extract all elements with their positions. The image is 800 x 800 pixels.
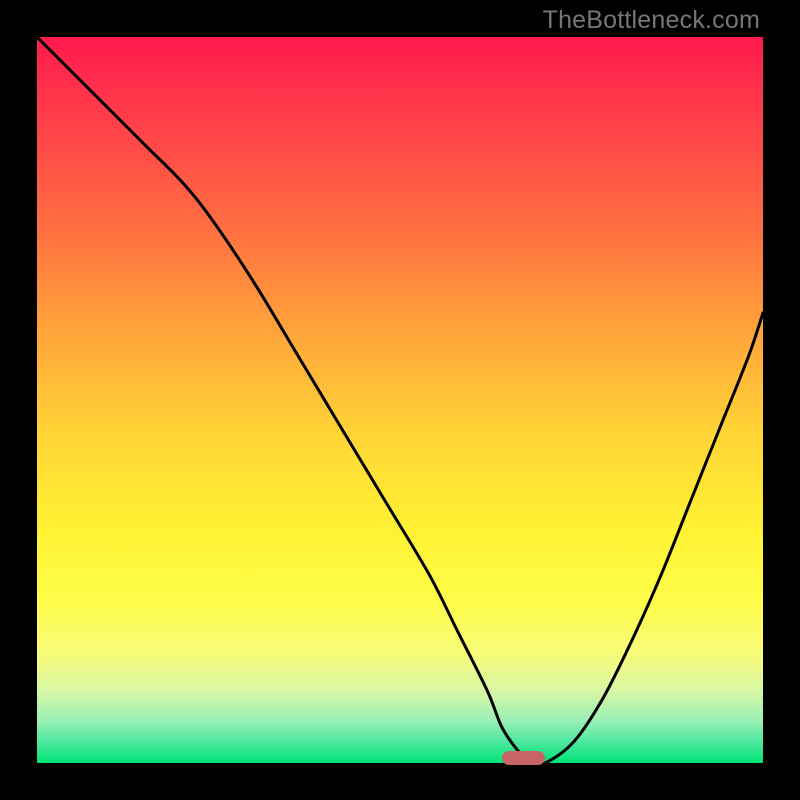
chart-frame: TheBottleneck.com <box>0 0 800 800</box>
optimal-point-marker <box>502 751 546 765</box>
bottleneck-curve <box>37 37 763 765</box>
chart-overlay <box>37 37 763 763</box>
watermark-text: TheBottleneck.com <box>543 6 760 35</box>
